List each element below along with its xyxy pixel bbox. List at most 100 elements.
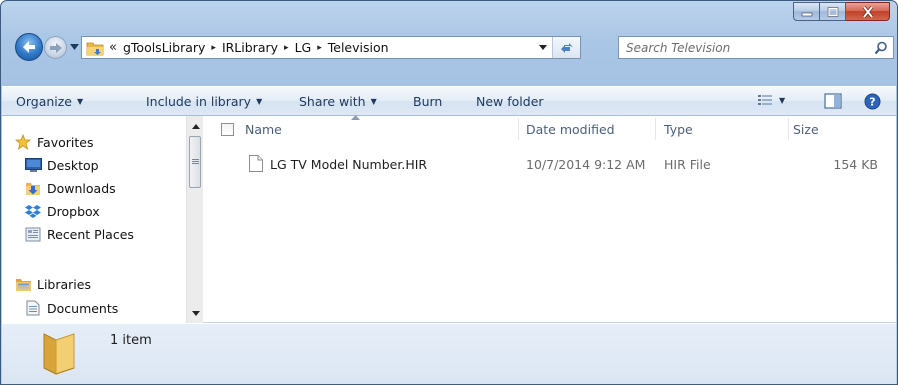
nav-item-recent-places[interactable]: Recent Places (24, 226, 134, 242)
refresh-button[interactable] (552, 37, 580, 58)
details-pane: 1 item (2, 323, 896, 384)
nav-favorites-label: Favorites (37, 134, 94, 150)
nav-item-documents[interactable]: Documents (24, 300, 118, 316)
column-type-label: Type (664, 121, 693, 137)
chevron-down-icon: ▼ (77, 97, 84, 106)
file-size: 154 KB (833, 157, 878, 172)
help-button[interactable]: ? (864, 93, 881, 110)
chevron-down-icon: ▼ (779, 95, 786, 105)
change-view-button[interactable]: ▼ (757, 93, 785, 107)
navigation-scrollbar[interactable] (186, 116, 203, 323)
navigation-bar: « gToolsLibrary ▸ IRLibrary ▸ LG ▸ Telev… (1, 31, 897, 65)
nav-favorites[interactable]: Favorites (14, 134, 93, 150)
nav-libraries[interactable]: Libraries (14, 276, 91, 292)
chevron-down-icon: ▼ (256, 97, 263, 106)
folder-icon (43, 333, 75, 375)
details-view-icon (758, 95, 772, 105)
navigation-pane: Favorites Desktop Downloads Dropbox Rece… (2, 116, 186, 323)
sort-ascending-icon (351, 115, 360, 120)
file-list: Name Date modified Type Size LG TV Model (204, 115, 896, 323)
forward-button[interactable] (44, 36, 67, 59)
caption-buttons (793, 2, 890, 22)
column-divider[interactable] (788, 118, 789, 140)
minimize-icon (801, 12, 812, 16)
scroll-up-button[interactable] (187, 118, 204, 134)
organize-label: Organize (16, 94, 72, 109)
breadcrumb-separator[interactable]: ▸ (211, 43, 216, 53)
recent-pages-button[interactable] (68, 39, 80, 55)
minimize-button[interactable] (793, 2, 820, 21)
back-arrow-icon (23, 41, 35, 53)
file-row[interactable]: LG TV Model Number.HIR 10/7/2014 9:12 AM… (204, 153, 896, 175)
column-header-name[interactable]: Name (221, 115, 521, 142)
column-divider[interactable] (655, 118, 656, 140)
desktop-icon (24, 158, 42, 172)
forward-arrow-icon (49, 42, 62, 53)
preview-pane-icon (824, 93, 842, 109)
column-name-label: Name (245, 121, 282, 137)
scrollbar-thumb[interactable] (189, 136, 201, 188)
nav-item-label: Desktop (47, 157, 99, 173)
svg-text:?: ? (869, 96, 875, 109)
folder-icon (86, 42, 104, 55)
breadcrumb-separator[interactable]: ▸ (317, 43, 322, 53)
scroll-up-icon (191, 123, 200, 129)
dropbox-icon (25, 204, 41, 218)
libraries-icon (15, 278, 31, 291)
scroll-down-icon (191, 310, 200, 316)
breadcrumb-television[interactable]: Television (328, 40, 389, 55)
share-with-label: Share with (299, 94, 366, 109)
file-icon (249, 155, 263, 172)
column-date-label: Date modified (526, 121, 615, 137)
include-in-library-label: Include in library (146, 94, 252, 109)
include-in-library-menu[interactable]: Include in library ▼ (146, 94, 262, 109)
search-input[interactable] (619, 40, 859, 55)
organize-menu[interactable]: Organize ▼ (16, 94, 83, 109)
column-divider[interactable] (518, 118, 519, 140)
content-area: Favorites Desktop Downloads Dropbox Rece… (2, 115, 896, 323)
column-header-date-modified[interactable]: Date modified (526, 116, 615, 142)
close-button[interactable] (846, 2, 890, 21)
file-type: HIR File (664, 157, 711, 172)
new-folder-button[interactable]: New folder (476, 94, 544, 109)
search-icon[interactable] (874, 41, 888, 55)
burn-button[interactable]: Burn (413, 94, 442, 109)
back-button[interactable] (15, 33, 43, 61)
address-bar[interactable]: « gToolsLibrary ▸ IRLibrary ▸ LG ▸ Telev… (81, 36, 581, 59)
breadcrumb-separator[interactable]: ▸ (284, 43, 289, 53)
nav-libraries-label: Libraries (37, 276, 91, 292)
chevron-down-icon: ▼ (370, 97, 377, 106)
nav-item-desktop[interactable]: Desktop (24, 157, 99, 173)
column-header-type[interactable]: Type (664, 116, 693, 142)
close-icon (862, 5, 873, 18)
file-name: LG TV Model Number.HIR (270, 157, 428, 172)
address-overflow[interactable]: « (109, 40, 117, 55)
select-all-checkbox[interactable] (221, 122, 234, 136)
address-dropdown-icon[interactable] (538, 42, 548, 52)
share-with-menu[interactable]: Share with ▼ (299, 94, 377, 109)
explorer-window: « gToolsLibrary ▸ IRLibrary ▸ LG ▸ Telev… (0, 0, 898, 385)
maximize-button[interactable] (820, 2, 846, 21)
file-date-modified: 10/7/2014 9:12 AM (526, 157, 646, 172)
maximize-icon (827, 6, 838, 17)
scroll-down-button[interactable] (187, 305, 204, 321)
search-box[interactable] (618, 36, 894, 59)
breadcrumb-lg[interactable]: LG (295, 40, 312, 55)
grip-icon (191, 159, 199, 164)
item-count: 1 item (110, 333, 152, 348)
nav-item-label: Documents (47, 300, 119, 316)
breadcrumb-gtoolslibrary[interactable]: gToolsLibrary (123, 40, 205, 55)
nav-item-downloads[interactable]: Downloads (24, 180, 116, 196)
recent-places-icon (25, 227, 41, 242)
refresh-icon (560, 42, 573, 53)
breadcrumb-irlibrary[interactable]: IRLibrary (222, 40, 278, 55)
downloads-icon (26, 183, 40, 195)
star-icon (15, 134, 31, 150)
help-icon: ? (864, 93, 881, 110)
nav-item-label: Downloads (47, 180, 116, 196)
documents-icon (26, 300, 40, 316)
preview-pane-button[interactable] (824, 93, 842, 109)
column-header-size[interactable]: Size (793, 116, 819, 142)
nav-item-dropbox[interactable]: Dropbox (24, 203, 100, 219)
command-bar: Organize ▼ Include in library ▼ Share wi… (2, 86, 896, 116)
